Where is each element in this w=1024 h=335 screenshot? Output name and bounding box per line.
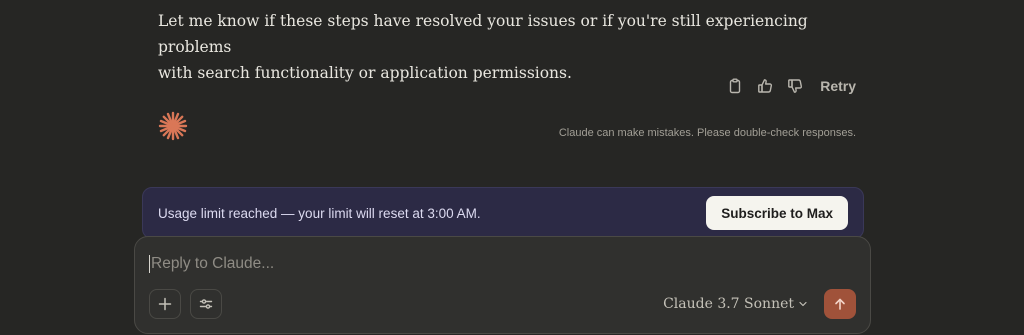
sliders-icon [199, 299, 213, 309]
chevron-down-icon [799, 301, 807, 307]
thumbs-up-icon [758, 79, 773, 93]
clipboard-icon [730, 78, 741, 94]
text-caret [149, 254, 150, 273]
reply-input[interactable]: Reply to Claude... [149, 251, 799, 277]
send-button[interactable] [824, 289, 856, 319]
subscribe-button[interactable]: Subscribe to Max [706, 196, 848, 230]
retry-button[interactable]: Retry [812, 74, 856, 98]
message-line-1: Let me know if these steps have resolved… [158, 12, 808, 56]
plus-icon [158, 297, 172, 311]
message-composer: Reply to Claude... Claude 3.7 Sonnet [134, 236, 871, 334]
thumbs-up-button[interactable] [752, 73, 778, 99]
usage-limit-banner: Usage limit reached — your limit will re… [142, 187, 864, 239]
copy-button[interactable] [722, 73, 748, 99]
options-button[interactable] [190, 289, 222, 319]
usage-limit-text: Usage limit reached — your limit will re… [158, 206, 481, 221]
model-selector[interactable]: Claude 3.7 Sonnet [663, 293, 808, 315]
thumbs-down-icon [788, 79, 803, 93]
message-action-bar: Retry [722, 72, 856, 100]
message-line-2: with search functionality or application… [158, 64, 572, 82]
claude-sparkle-icon [158, 111, 188, 141]
model-name: Claude 3.7 Sonnet [663, 296, 794, 312]
chat-page: Let me know if these steps have resolved… [0, 0, 1024, 335]
disclaimer-text: Claude can make mistakes. Please double-… [558, 127, 856, 139]
reply-placeholder: Reply to Claude... [151, 255, 275, 272]
thumbs-down-button[interactable] [782, 73, 808, 99]
arrow-up-icon [835, 298, 845, 310]
add-attachment-button[interactable] [149, 289, 181, 319]
